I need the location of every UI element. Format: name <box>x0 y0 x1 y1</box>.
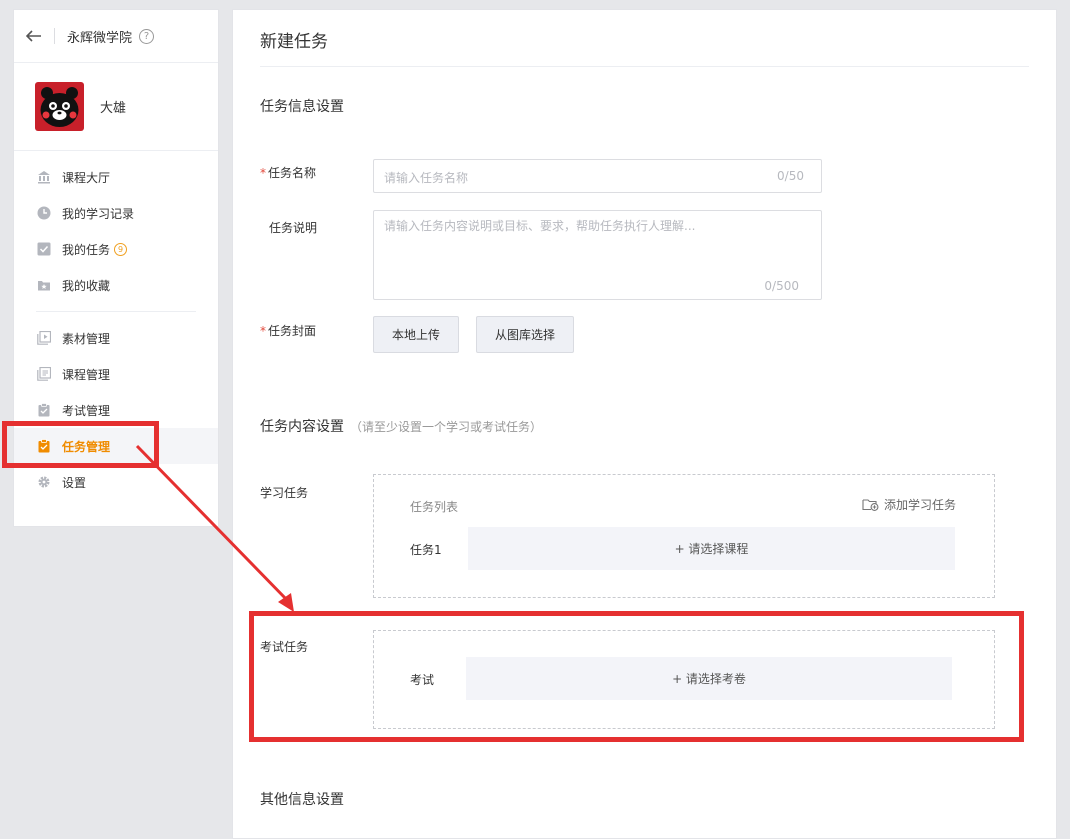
nav-divider <box>36 311 196 312</box>
sidebar-item-label: 课程管理 <box>62 367 111 382</box>
bank-icon <box>37 170 51 184</box>
sidebar-item-label: 设置 <box>62 475 87 490</box>
task-desc-textarea[interactable]: 请输入任务内容说明或目标、要求，帮助任务执行人理解... 0/500 <box>373 210 822 300</box>
divider <box>54 28 55 44</box>
media-icon <box>37 331 51 345</box>
gallery-select-button[interactable]: 从图库选择 <box>476 316 574 353</box>
sidebar-item-course-manage[interactable]: 课程管理 <box>14 356 218 392</box>
task-list-header: 任务列表 <box>410 500 459 514</box>
section-title-content: 任务内容设置 （请至少设置一个学习或考试任务） <box>260 419 543 435</box>
required-mark: * <box>260 324 266 338</box>
task-desc-placeholder: 请输入任务内容说明或目标、要求，帮助任务执行人理解... <box>384 219 696 233</box>
task-name-counter: 0/50 <box>777 169 804 183</box>
app-title: 永辉微学院 <box>67 30 133 46</box>
page-title: 新建任务 <box>260 32 328 52</box>
sidebar-item-course-hall[interactable]: 课程大厅 <box>14 159 218 195</box>
sidebar-item-my-tasks[interactable]: 我的任务 9 <box>14 231 218 267</box>
sidebar-item-material[interactable]: 素材管理 <box>14 320 218 356</box>
user-card: 大雄 <box>14 63 218 151</box>
divider <box>260 66 1029 67</box>
back-button[interactable] <box>14 10 54 62</box>
avatar[interactable] <box>35 82 84 131</box>
task-desc-label: 任务说明 <box>269 221 318 235</box>
select-course-button[interactable]: + 请选择课程 <box>468 527 955 570</box>
study-task-box: 任务列表 添加学习任务 任务1 + 请选择课程 <box>373 474 995 598</box>
task-name-placeholder: 请输入任务名称 <box>384 171 469 185</box>
sidebar-item-label: 我的任务 <box>62 242 111 257</box>
section-title-other: 其他信息设置 <box>260 792 344 808</box>
sidebar-item-favorites[interactable]: 我的收藏 <box>14 267 218 303</box>
task-row-label: 任务1 <box>410 543 442 557</box>
study-task-label: 学习任务 <box>260 486 309 500</box>
annotation-highlight-exam <box>249 611 1024 742</box>
sidebar-item-label: 我的学习记录 <box>62 206 135 221</box>
task-cover-label: * 任务封面 <box>260 324 317 338</box>
task-name-input[interactable]: 请输入任务名称 0/50 <box>373 159 822 193</box>
gear-icon <box>37 475 51 489</box>
sidebar-item-study-record[interactable]: 我的学习记录 <box>14 195 218 231</box>
sidebar-item-label: 我的收藏 <box>62 278 111 293</box>
sidebar-nav-admin: 素材管理 课程管理 考试管理 任务管理 设置 <box>14 320 218 500</box>
section-title-info: 任务信息设置 <box>260 99 344 115</box>
task-count-badge: 9 <box>114 242 128 256</box>
add-folder-icon <box>862 499 879 511</box>
clipboard-icon <box>37 403 51 417</box>
sidebar-item-label: 课程大厅 <box>62 170 111 185</box>
sidebar-item-label: 考试管理 <box>62 403 111 418</box>
list-icon <box>37 367 51 381</box>
check-square-icon <box>37 242 51 256</box>
sidebar-item-settings[interactable]: 设置 <box>14 464 218 500</box>
star-folder-icon <box>37 278 51 292</box>
sidebar-item-label: 素材管理 <box>62 331 111 346</box>
sidebar-header: 永辉微学院 ? <box>14 10 218 63</box>
content-hint: （请至少设置一个学习或考试任务） <box>350 420 543 434</box>
annotation-highlight-sidebar <box>2 421 159 468</box>
add-study-task-link[interactable]: 添加学习任务 <box>862 496 956 513</box>
required-mark: * <box>260 166 266 180</box>
task-name-label: * 任务名称 <box>260 166 317 180</box>
clock-icon <box>37 206 51 220</box>
arrow-left-icon <box>26 30 41 42</box>
user-name: 大雄 <box>100 101 127 116</box>
task-desc-counter: 0/500 <box>764 279 799 293</box>
sidebar-nav: 课程大厅 我的学习记录 我的任务 9 我的收藏 <box>14 159 218 303</box>
help-icon[interactable]: ? <box>139 28 155 44</box>
local-upload-button[interactable]: 本地上传 <box>373 316 459 353</box>
